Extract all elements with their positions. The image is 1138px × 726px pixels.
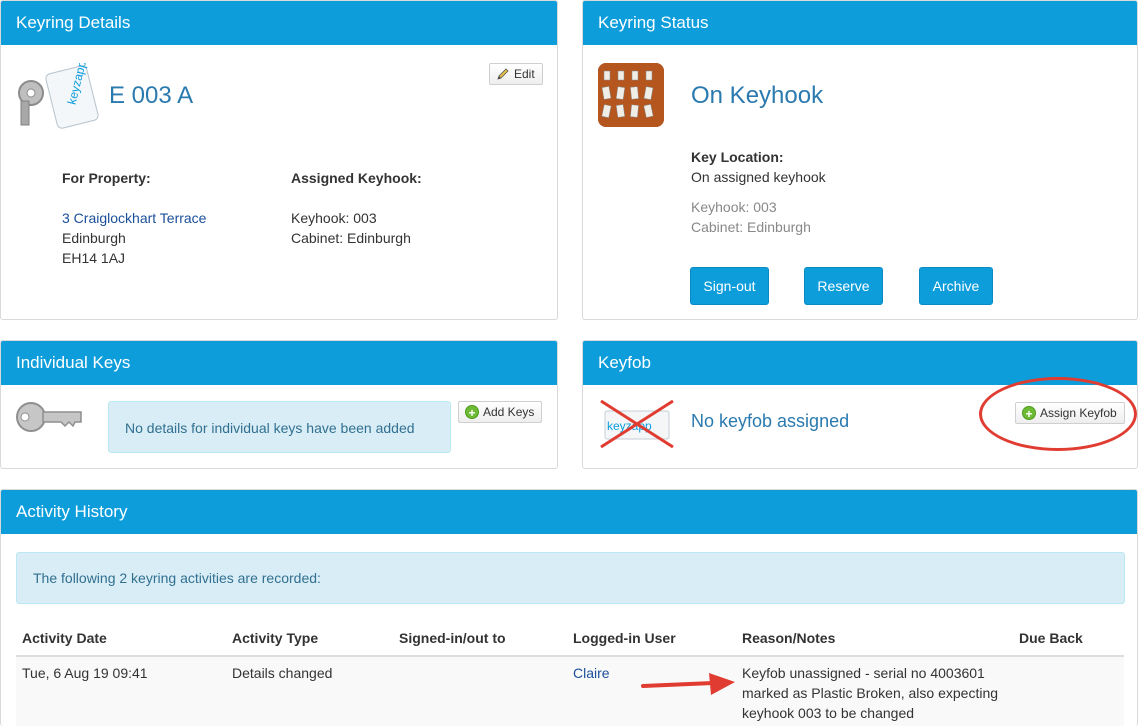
activity-history-panel: Activity History The following 2 keyring… [0,489,1138,726]
activity-table-wrap: Activity Date Activity Type Signed-in/ou… [16,620,1124,726]
user-link[interactable]: Claire [573,665,610,681]
individual-keys-message: No details for individual keys have been… [125,420,415,436]
keyring-details-title: Keyring Details [1,1,557,45]
keyfob-panel: Keyfob keyzapp No keyfob assigned + Assi… [582,340,1138,469]
reserve-button[interactable]: Reserve [804,267,883,305]
status-cabinet: Cabinet: Edinburgh [691,219,811,235]
edit-button-label: Edit [514,67,535,81]
add-keys-button[interactable]: + Add Keys [458,401,543,423]
activity-header-row: Activity Date Activity Type Signed-in/ou… [16,620,1124,657]
col-reason-notes[interactable]: Reason/Notes [736,620,1013,657]
activity-summary-text: The following 2 keyring activities are r… [33,570,321,586]
status-keyhook: Keyhook: 003 [691,199,777,215]
col-signed[interactable]: Signed-in/out to [393,620,567,657]
assigned-keyhook-label: Assigned Keyhook: [291,170,422,186]
pencil-icon [497,68,509,80]
property-link[interactable]: 3 Craiglockhart Terrace [62,208,206,228]
col-activity-type[interactable]: Activity Type [226,620,393,657]
key-location-label: Key Location: [691,149,784,165]
keyring-id: E 003 A [109,82,194,109]
table-row: Tue, 6 Aug 19 09:41 Details changed Clai… [16,656,1124,726]
individual-keys-alert: No details for individual keys have been… [108,401,451,453]
add-keys-label: Add Keys [483,405,535,419]
key-location-value: On assigned keyhook [691,169,826,185]
keyhook-value: Keyhook: 003 [291,210,377,226]
keyring-status-panel: Keyring Status On Keyhook Key Location: … [582,0,1138,320]
col-activity-date[interactable]: Activity Date [16,620,226,657]
edit-button[interactable]: Edit [489,63,543,85]
keyring-details-panel: Keyring Details keyzapp E 003 A Edit For… [0,0,558,320]
cell-notes: Keyfob unassigned - serial no 4003601 ma… [736,656,1013,726]
col-logged-user[interactable]: Logged-in User [567,620,736,657]
signout-button[interactable]: Sign-out [690,267,769,305]
activity-summary-alert: The following 2 keyring activities are r… [16,552,1125,604]
cell-signed [393,656,567,726]
activity-table: Activity Date Activity Type Signed-in/ou… [16,620,1124,726]
plus-icon: + [465,405,479,420]
annotation-arrow [641,673,735,695]
keyring-image: keyzapp [15,59,99,129]
for-property-label: For Property: [62,170,151,186]
key-icon [15,399,85,435]
no-keyfob-icon: keyzapp [597,399,677,449]
activity-history-title: Activity History [1,490,1137,534]
property-postcode: EH14 1AJ [62,250,126,266]
keyring-status-title: Keyring Status [583,1,1137,45]
key-cabinet-photo [598,63,664,127]
keyfob-message: No keyfob assigned [691,411,850,431]
cell-due [1013,656,1124,726]
annotation-ellipse [979,377,1137,451]
status-text: On Keyhook [691,82,824,109]
col-due-back[interactable]: Due Back [1013,620,1124,657]
individual-keys-panel: Individual Keys No details for individua… [0,340,558,469]
cell-date: Tue, 6 Aug 19 09:41 [16,656,226,726]
cabinet-value: Cabinet: Edinburgh [291,230,411,246]
individual-keys-title: Individual Keys [1,341,557,385]
archive-button[interactable]: Archive [919,267,993,305]
property-city: Edinburgh [62,230,126,246]
cell-type: Details changed [226,656,393,726]
